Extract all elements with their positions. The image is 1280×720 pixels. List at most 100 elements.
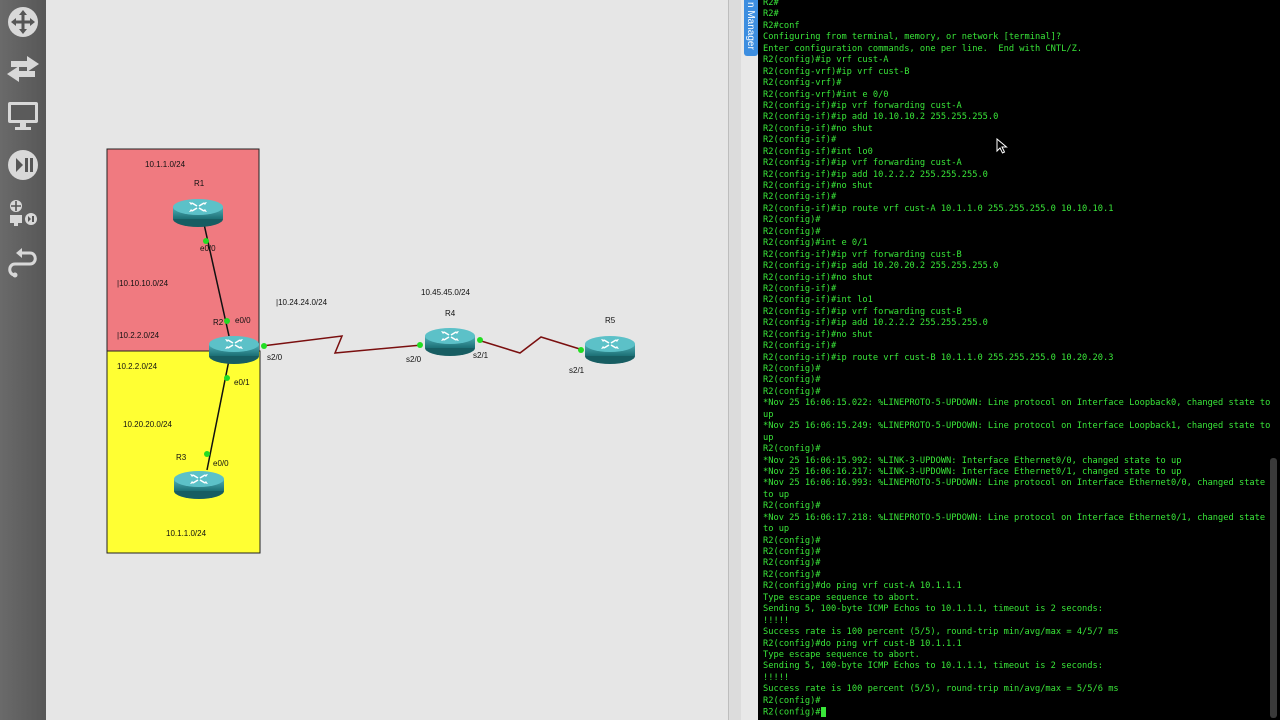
router-r4[interactable] [424,327,476,357]
terminal-output[interactable]: R2# R2# R2#conf Configuring from terminal, … [763,0,1273,719]
terminal-line: R2(config)# [763,375,821,386]
terminal-line: Type escape sequence to abort. [763,592,920,603]
area-label: 10.20.20.0/24 [123,420,172,429]
terminal-line: R2(config-if)#int lo1 [763,295,873,306]
terminal-line: *Nov 25 16:06:15.022: %LINEPROTO-5-UPDOW… [763,398,1276,420]
terminal-scrollbar[interactable] [1270,458,1277,718]
mouse-pointer-icon [996,138,1008,154]
monitor-icon[interactable] [4,97,42,135]
terminal-line: R2(config)# [763,386,821,397]
topology-diagram: 10.1.1.0/24 |10.10.10.0/24 |10.2.2.0/24 … [106,148,636,554]
device-tools-icon[interactable] [4,194,42,232]
link-r4-r5[interactable] [477,336,584,354]
topology-canvas[interactable]: 10.1.1.0/24 |10.10.10.0/24 |10.2.2.0/24 … [46,0,729,720]
session-manager-tab[interactable]: n Manager [744,0,758,56]
terminal-line: R2(config)# [763,215,821,226]
port-dot[interactable] [477,337,483,343]
area-label: 10.1.1.0/24 [145,160,186,169]
interface-label: s2/0 [267,353,283,362]
interface-label: e0/0 [213,459,229,468]
play-pause-icon[interactable] [4,146,42,184]
terminal-line: R2(config-if)#ip vrf forwarding cust-A [763,158,962,169]
terminal-cursor [820,707,826,718]
terminal-line: R2#conf [763,20,800,31]
terminal-line: R2# [763,0,779,8]
router-r3[interactable] [173,470,225,500]
terminal-line: Type escape sequence to abort. [763,649,920,660]
router-label: R2 [213,318,224,327]
interface-label: s2/1 [473,351,489,360]
port-dot[interactable] [224,318,230,324]
router-r5[interactable] [584,335,636,365]
terminal-line: R2(config-if)#ip vrf forwarding cust-A [763,100,962,111]
terminal-line: R2(config-if)#ip vrf forwarding cust-B [763,306,962,317]
router-label: R5 [605,316,616,325]
terminal-line: R2(config)#ip vrf cust-A [763,55,889,66]
port-dot[interactable] [204,451,210,457]
terminal-line: R2(config)#do ping vrf cust-A 10.1.1.1 [763,581,962,592]
terminal-line: R2# [763,9,779,20]
terminal-line: R2(config-if)#no shut [763,329,873,340]
terminal-line: R2(config-vrf)#int e 0/0 [763,89,889,100]
area-label: |10.10.10.0/24 [117,279,169,288]
terminal-line: R2(config)# [763,547,821,557]
terminal-line: R2(config)# [763,558,821,569]
panel-divider[interactable] [729,0,741,720]
terminal-line: R2(config-if)#ip add 10.10.10.2 255.255.… [763,112,999,123]
terminal-line: R2(config-if)#no shut [763,123,873,134]
terminal-prompt: R2(config)# [763,707,821,718]
terminal-line: R2(config-if)# [763,135,837,146]
router-label: R4 [445,309,456,318]
router-r1[interactable] [172,198,224,228]
terminal-line: !!!!! [763,672,790,683]
link-icon[interactable] [4,243,42,281]
session-manager-tab-label: n Manager [745,2,756,50]
terminal-line: R2(config-if)#ip add 10.20.20.2 255.255.… [763,261,999,272]
terminal-line: R2(config)# [763,569,821,580]
port-dot[interactable] [224,375,230,381]
terminal-line: R2(config-if)#no shut [763,181,873,191]
terminal-line: R2(config-if)#ip add 10.2.2.2 255.255.25… [763,169,988,180]
router-label: R1 [194,179,205,188]
terminal-line: R2(config-if)#int lo0 [763,146,873,157]
area-label: 10.2.2.0/24 [117,362,158,371]
terminal-line: R2(config)# [763,501,821,512]
terminal-line: R2(config-if)#ip route vrf cust-B 10.1.1… [763,352,1114,363]
terminal-line: R2(config-vrf)#ip vrf cust-B [763,66,910,77]
terminal-line: Sending 5, 100-byte ICMP Echos to 10.1.1… [763,604,1103,615]
link-r2-r4[interactable] [261,335,423,354]
terminal-line: R2(config-if)# [763,341,837,352]
terminal-line: !!!!! [763,615,790,626]
terminal-line: Configuring from terminal, memory, or ne… [763,32,1062,43]
terminal-line: *Nov 25 16:06:17.218: %LINEPROTO-5-UPDOW… [763,512,1271,535]
terminal-line: Enter configuration commands, one per li… [763,43,1083,54]
terminal-line: R2(config-vrf)# [763,78,842,89]
terminal-line: Sending 5, 100-byte ICMP Echos to 10.1.1… [763,661,1103,672]
terminal-line: *Nov 25 16:06:15.249: %LINEPROTO-5-UPDOW… [763,421,1276,443]
terminal-line: R2(config-if)#ip route vrf cust-A 10.1.1… [763,203,1114,214]
port-dot[interactable] [578,347,584,353]
terminal-prompt-line[interactable]: R2(config)# [763,707,1273,719]
terminal-window[interactable]: R2# R2# R2#conf Configuring from terminal, … [758,0,1280,720]
interface-label: s2/0 [406,355,422,364]
terminal-line: R2(config-if)# [763,192,837,203]
subnet-label: |10.24.24.0/24 [276,298,328,307]
router-r2[interactable] [208,335,260,365]
arrows-icon[interactable] [4,50,42,88]
interface-label: e0/0 [235,316,251,325]
interface-label: s2/1 [569,366,585,375]
terminal-line: R2(config-if)# [763,283,837,294]
port-dot[interactable] [261,343,267,349]
terminal-line: Success rate is 100 percent (5/5), round… [763,684,1119,695]
port-dot[interactable] [417,342,423,348]
terminal-line: R2(config)#int e 0/1 [763,238,868,249]
area-label: 10.1.1.0/24 [166,529,207,538]
terminal-line: R2(config-if)#ip add 10.2.2.2 255.255.25… [763,318,988,329]
terminal-line: R2(config)# [763,226,821,237]
move-icon[interactable] [4,3,42,41]
terminal-line: R2(config)# [763,364,821,374]
terminal-line: R2(config)# [763,695,821,706]
terminal-line: Success rate is 100 percent (5/5), round… [763,627,1119,638]
router-label: R3 [176,453,187,462]
terminal-line: R2(config)# [763,444,821,455]
